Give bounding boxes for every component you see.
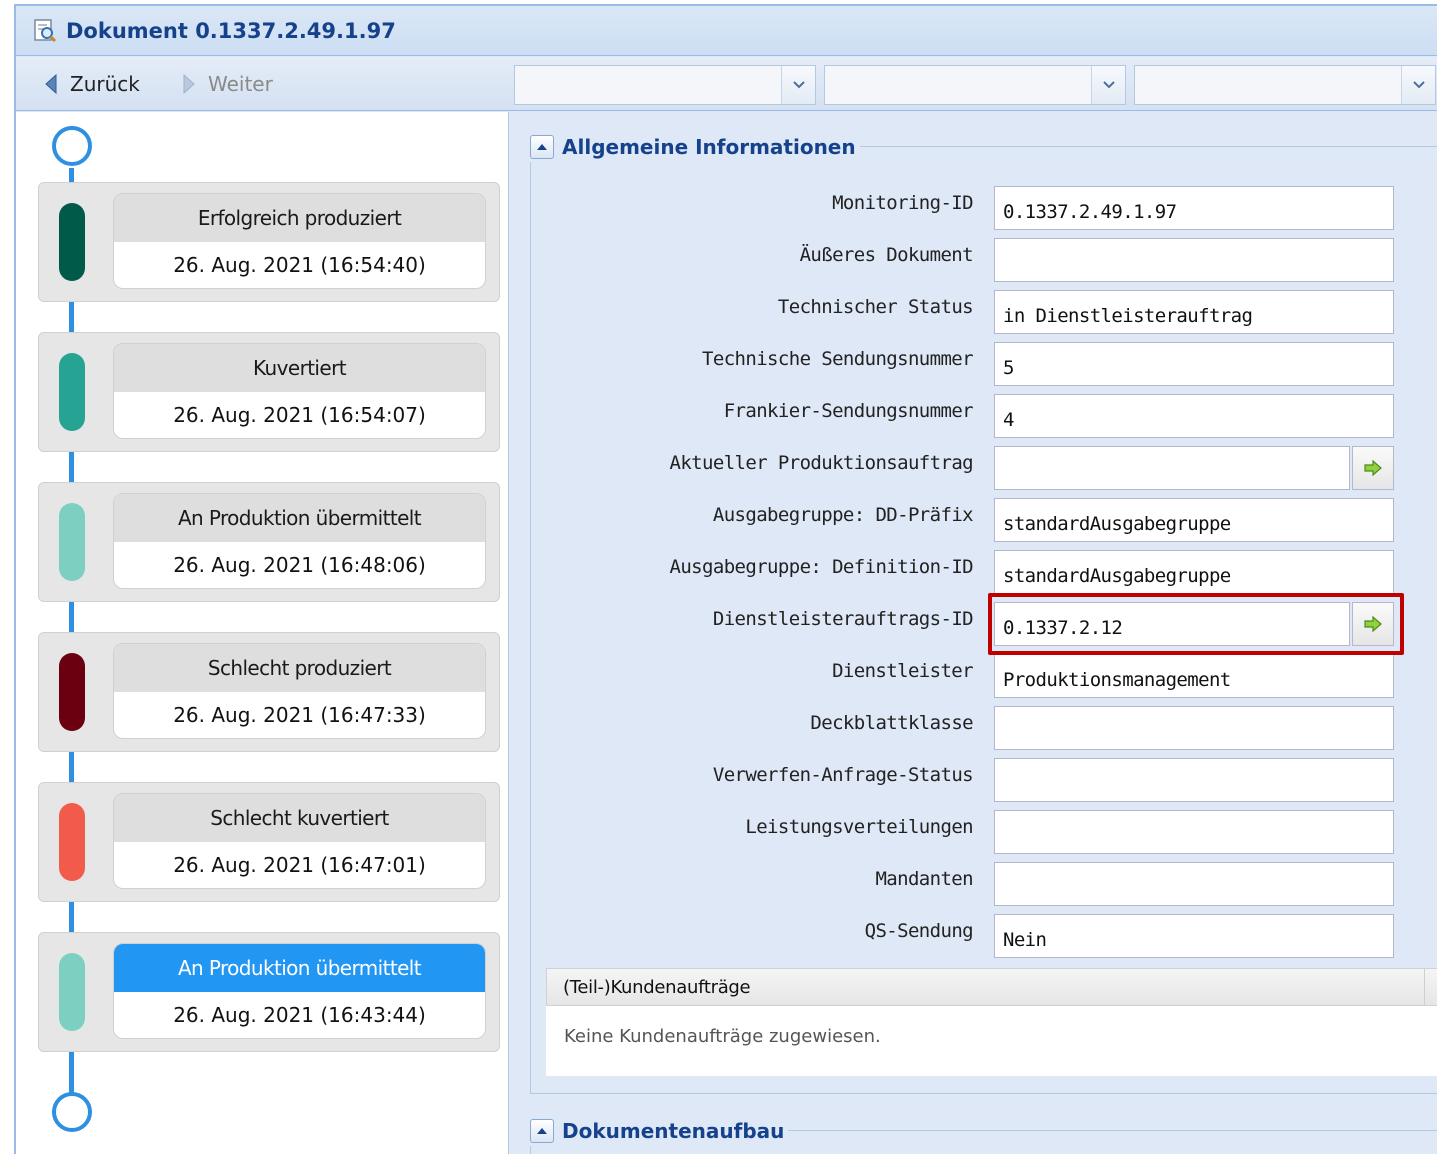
timeline-event[interactable]: Schlecht produziert 26. Aug. 2021 (16:47:…: [38, 632, 500, 752]
field-value[interactable]: [994, 862, 1394, 906]
chevron-down-icon[interactable]: [1401, 66, 1435, 104]
customer-orders-header-label: (Teil-)Kundenaufträge: [563, 977, 751, 998]
event-date: 26. Aug. 2021 (16:48:06): [173, 553, 426, 577]
status-color-indicator: [59, 953, 85, 1031]
field-value[interactable]: standardAusgabegruppe: [994, 550, 1394, 594]
field-label: Technische Sendungsnummer: [702, 348, 974, 370]
field-label: Äußeres Dokument: [799, 244, 974, 266]
toolbar-combo-2[interactable]: [824, 65, 1126, 105]
event-status: An Produktion übermittelt: [114, 494, 485, 542]
field-value[interactable]: Produktionsmanagement: [994, 654, 1394, 698]
event-status: Schlecht produziert: [114, 644, 485, 692]
chevron-down-icon[interactable]: [781, 66, 815, 104]
caret-up-icon: [537, 1128, 547, 1134]
customer-orders-grid: Keine Kundenaufträge zugewiesen.: [546, 1006, 1437, 1076]
window-titlebar: Dokument 0.1337.2.49.1.97: [16, 6, 1437, 56]
timeline-panel: Erfolgreich produziert 26. Aug. 2021 (16:…: [16, 112, 509, 1154]
event-status: Kuvertiert: [114, 344, 485, 392]
field-value[interactable]: 0.1337.2.49.1.97: [994, 186, 1394, 230]
field-value[interactable]: Nein: [994, 914, 1394, 958]
field-value[interactable]: 5: [994, 342, 1394, 386]
field-value[interactable]: [994, 810, 1394, 854]
event-status: An Produktion übermittelt: [114, 944, 485, 992]
timeline-event[interactable]: An Produktion übermittelt 26. Aug. 2021 (…: [38, 482, 500, 602]
event-date: 26. Aug. 2021 (16:47:01): [173, 853, 426, 877]
event-date: 26. Aug. 2021 (16:54:40): [173, 253, 426, 277]
arrow-right-icon: [183, 74, 195, 94]
forward-button[interactable]: Weiter: [182, 69, 273, 99]
forward-label: Weiter: [208, 72, 273, 96]
chevron-down-icon[interactable]: [1091, 66, 1125, 104]
general-info-title: Allgemeine Informationen: [562, 135, 856, 159]
field-label: Deckblattklasse: [810, 712, 973, 734]
caret-up-icon: [537, 144, 547, 150]
field-label: Aktueller Produktionsauftrag: [669, 452, 974, 474]
details-panel: Allgemeine Informationen Monitoring-ID 0.…: [510, 112, 1437, 1154]
status-color-indicator: [59, 803, 85, 881]
field-label: Dienstleisterauftrags-ID: [712, 608, 974, 630]
event-card[interactable]: An Produktion übermittelt 26. Aug. 2021 (…: [113, 493, 486, 589]
field-label: Frankier-Sendungsnummer: [723, 400, 974, 422]
field-label: Technischer Status: [777, 296, 974, 318]
event-date: 26. Aug. 2021 (16:47:33): [173, 703, 426, 727]
event-card[interactable]: Kuvertiert 26. Aug. 2021 (16:54:07): [113, 343, 486, 439]
toolbar-combo-3[interactable]: [1134, 65, 1436, 105]
status-color-indicator: [59, 353, 85, 431]
document-structure-title: Dokumentenaufbau: [562, 1119, 785, 1143]
arrow-go-icon: [1364, 460, 1382, 476]
field-label: Ausgabegruppe: DD-Präfix: [712, 504, 974, 526]
status-color-indicator: [59, 653, 85, 731]
timeline-end-circle: [52, 1092, 92, 1132]
timeline-event[interactable]: Kuvertiert 26. Aug. 2021 (16:54:07): [38, 332, 500, 452]
column-separator: [1424, 969, 1425, 1005]
timeline-event[interactable]: An Produktion übermittelt 26. Aug. 2021 (…: [38, 932, 500, 1052]
collapse-toggle[interactable]: [530, 1119, 554, 1143]
go-to-button[interactable]: [1352, 446, 1394, 490]
empty-text: Keine Kundenaufträge zugewiesen.: [564, 1026, 881, 1047]
field-label: Ausgabegruppe: Definition-ID: [669, 556, 974, 578]
event-status: Erfolgreich produziert: [114, 194, 485, 242]
event-card[interactable]: An Produktion übermittelt 26. Aug. 2021 (…: [113, 943, 486, 1039]
field-label: Dienstleister: [832, 660, 974, 682]
general-info-legend: Allgemeine Informationen: [530, 132, 860, 162]
event-card[interactable]: Erfolgreich produziert 26. Aug. 2021 (16:…: [113, 193, 486, 289]
event-card[interactable]: Schlecht produziert 26. Aug. 2021 (16:47:…: [113, 643, 486, 739]
event-status: Schlecht kuvertiert: [114, 794, 485, 842]
document-search-icon: [34, 18, 57, 42]
timeline-start-circle: [52, 126, 92, 166]
back-button[interactable]: Zurück: [44, 69, 140, 99]
customer-orders-header[interactable]: (Teil-)Kundenaufträge: [546, 968, 1437, 1006]
document-window: Dokument 0.1337.2.49.1.97 Zurück Weiter: [14, 4, 1437, 1154]
toolbar-combo-1[interactable]: [514, 65, 816, 105]
timeline-event[interactable]: Erfolgreich produziert 26. Aug. 2021 (16:…: [38, 182, 500, 302]
field-label: Mandanten: [875, 868, 973, 890]
field-value[interactable]: [994, 238, 1394, 282]
document-structure-legend: Dokumentenaufbau: [530, 1116, 789, 1146]
timeline-event[interactable]: Schlecht kuvertiert 26. Aug. 2021 (16:47:…: [38, 782, 500, 902]
highlight-frame: [988, 593, 1404, 655]
field-value[interactable]: in Dienstleisterauftrag: [994, 290, 1394, 334]
event-card[interactable]: Schlecht kuvertiert 26. Aug. 2021 (16:47:…: [113, 793, 486, 889]
status-color-indicator: [59, 203, 85, 281]
field-label: Monitoring-ID: [832, 192, 974, 214]
arrow-left-icon: [45, 74, 57, 94]
field-label: Leistungsverteilungen: [745, 816, 973, 838]
field-value[interactable]: [994, 706, 1394, 750]
field-label: Verwerfen-Anfrage-Status: [712, 764, 974, 786]
field-label: QS-Sendung: [864, 920, 974, 942]
field-value[interactable]: standardAusgabegruppe: [994, 498, 1394, 542]
status-color-indicator: [59, 503, 85, 581]
event-date: 26. Aug. 2021 (16:54:07): [173, 403, 426, 427]
window-title: Dokument 0.1337.2.49.1.97: [66, 18, 396, 43]
field-value[interactable]: [994, 758, 1394, 802]
back-label: Zurück: [70, 72, 140, 96]
toolbar: Zurück Weiter: [16, 57, 1437, 111]
collapse-toggle[interactable]: [530, 135, 554, 159]
event-date: 26. Aug. 2021 (16:43:44): [173, 1003, 426, 1027]
field-value[interactable]: [994, 446, 1350, 490]
field-value[interactable]: 4: [994, 394, 1394, 438]
